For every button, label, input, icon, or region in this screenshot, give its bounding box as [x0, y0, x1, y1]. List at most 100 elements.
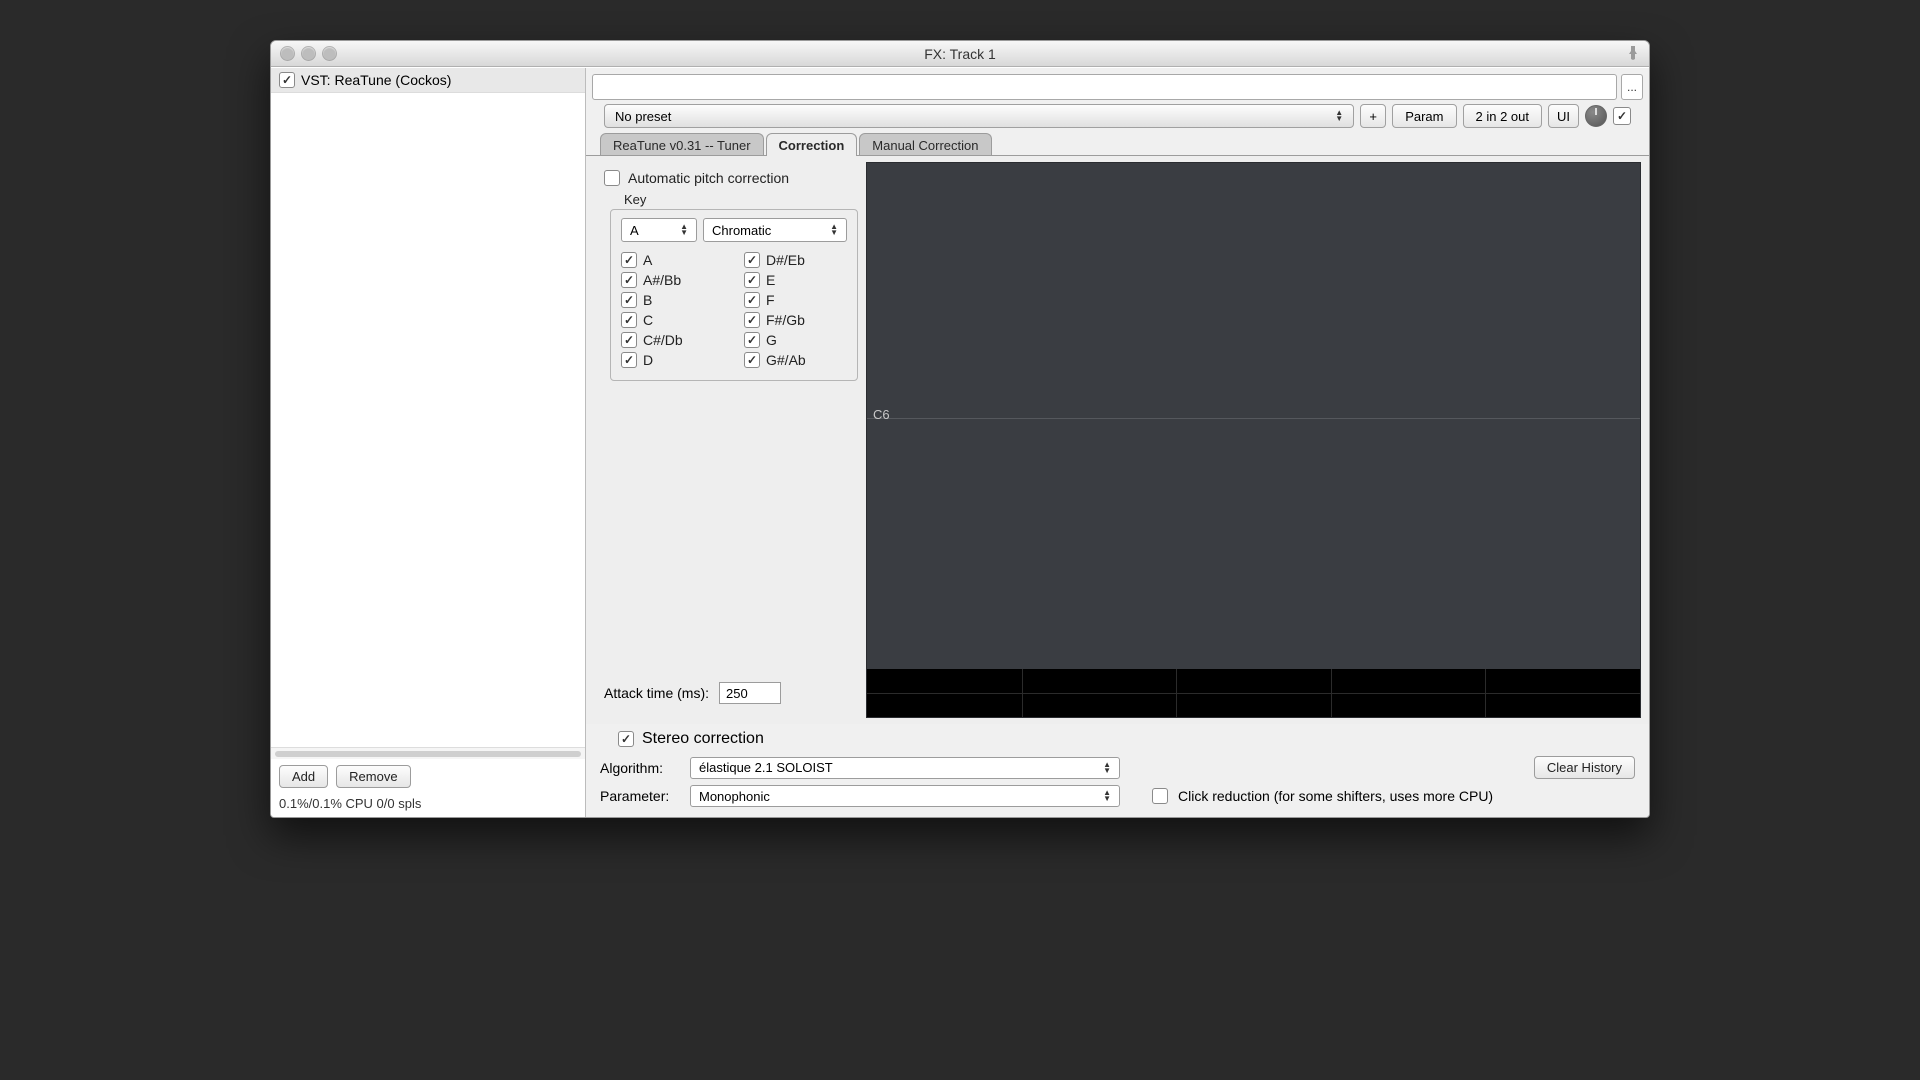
algorithm-label: Algorithm: — [600, 760, 680, 776]
preset-combo[interactable]: No preset ▲▼ — [604, 104, 1354, 128]
note-label: D — [643, 352, 653, 368]
root-note-value: A — [630, 223, 639, 238]
ui-button[interactable]: UI — [1548, 104, 1579, 128]
note-label: A — [643, 252, 652, 268]
auto-pitch-checkbox[interactable] — [604, 170, 620, 186]
note-checkbox-c[interactable]: C — [621, 312, 724, 328]
note-checkbox-d[interactable]: D — [621, 352, 724, 368]
note-checkbox-abb[interactable]: A#/Bb — [621, 272, 724, 288]
sidebar-scrollbar[interactable] — [271, 747, 585, 759]
preset-row-2: No preset ▲▼ + Param 2 in 2 out UI — [586, 104, 1649, 132]
window-title: FX: Track 1 — [271, 46, 1649, 62]
algorithm-combo[interactable]: élastique 2.1 SOLOIST ▲▼ — [690, 757, 1120, 779]
fx-sidebar: VST: ReaTune (Cockos) Add Remove 0.1%/0.… — [271, 68, 586, 817]
click-reduction-label: Click reduction (for some shifters, uses… — [1178, 788, 1493, 804]
note-checkbox-deb[interactable]: D#/Eb — [744, 252, 847, 268]
titlebar: FX: Track 1 — [271, 41, 1649, 67]
io-button[interactable]: 2 in 2 out — [1463, 104, 1543, 128]
tab-tuner[interactable]: ReaTune v0.31 -- Tuner — [600, 133, 764, 156]
note-label: B — [643, 292, 652, 308]
parameter-label: Parameter: — [600, 788, 680, 804]
preset-name-field[interactable] — [592, 74, 1617, 100]
stepper-icon: ▲▼ — [1103, 762, 1111, 774]
checkbox-icon[interactable] — [744, 252, 760, 268]
scale-combo[interactable]: Chromatic ▲▼ — [703, 218, 847, 242]
correction-panel: Automatic pitch correction Key A ▲▼ Chro… — [586, 156, 866, 724]
preset-menu-button[interactable]: ... — [1621, 74, 1643, 100]
wet-dry-knob[interactable] — [1585, 105, 1607, 127]
note-checkbox-cdb[interactable]: C#/Db — [621, 332, 724, 348]
scale-value: Chromatic — [712, 223, 771, 238]
checkbox-icon[interactable] — [621, 312, 637, 328]
root-note-combo[interactable]: A ▲▼ — [621, 218, 697, 242]
param-button[interactable]: Param — [1392, 104, 1456, 128]
add-preset-button[interactable]: + — [1360, 104, 1386, 128]
viewer-timeline — [867, 669, 1640, 717]
checkbox-icon[interactable] — [621, 272, 637, 288]
fx-window: FX: Track 1 VST: ReaTune (Cockos) Add Re… — [270, 40, 1650, 818]
note-label: C#/Db — [643, 332, 683, 348]
checkbox-icon[interactable] — [621, 332, 637, 348]
note-label: D#/Eb — [766, 252, 805, 268]
algorithm-value: élastique 2.1 SOLOIST — [699, 760, 833, 775]
parameter-combo[interactable]: Monophonic ▲▼ — [690, 785, 1120, 807]
stereo-checkbox[interactable] — [618, 731, 634, 747]
stereo-label: Stereo correction — [642, 730, 764, 748]
add-button[interactable]: Add — [279, 765, 328, 788]
notes-grid: A D#/Eb A#/Bb E B F C F#/Gb C#/Db G D G#/Ab — [621, 252, 847, 368]
note-checkbox-e[interactable]: E — [744, 272, 847, 288]
note-checkbox-a[interactable]: A — [621, 252, 724, 268]
key-label: Key — [624, 192, 856, 207]
stepper-icon: ▲▼ — [830, 224, 838, 236]
stepper-icon: ▲▼ — [1335, 110, 1343, 122]
auto-pitch-label: Automatic pitch correction — [628, 170, 789, 186]
checkbox-icon[interactable] — [744, 272, 760, 288]
stepper-icon: ▲▼ — [1103, 790, 1111, 802]
checkbox-icon[interactable] — [744, 292, 760, 308]
note-checkbox-g[interactable]: G — [744, 332, 847, 348]
note-label: F#/Gb — [766, 312, 805, 328]
preset-combo-label: No preset — [615, 109, 671, 124]
remove-button[interactable]: Remove — [336, 765, 410, 788]
note-checkbox-fgb[interactable]: F#/Gb — [744, 312, 847, 328]
main-panel: ... No preset ▲▼ + Param 2 in 2 out UI R… — [586, 68, 1649, 817]
tab-correction[interactable]: Correction — [766, 133, 858, 156]
note-label: G#/Ab — [766, 352, 806, 368]
note-label: F — [766, 292, 775, 308]
tab-content: Automatic pitch correction Key A ▲▼ Chro… — [586, 155, 1649, 724]
pin-icon[interactable] — [1627, 46, 1641, 60]
note-checkbox-b[interactable]: B — [621, 292, 724, 308]
note-label: C — [643, 312, 653, 328]
key-box: A ▲▼ Chromatic ▲▼ A D#/Eb A#/Bb E B F C F#/Gb C#… — [610, 209, 858, 381]
stepper-icon: ▲▼ — [680, 224, 688, 236]
cpu-status: 0.1%/0.1% CPU 0/0 spls — [279, 796, 577, 811]
checkbox-icon[interactable] — [621, 252, 637, 268]
clear-history-button[interactable]: Clear History — [1534, 756, 1635, 779]
pitch-label: C6 — [873, 407, 890, 422]
preset-row-1: ... — [586, 68, 1649, 104]
sidebar-bottom: Add Remove 0.1%/0.1% CPU 0/0 spls — [271, 759, 585, 817]
fx-bypass-checkbox[interactable] — [1613, 107, 1631, 125]
body: VST: ReaTune (Cockos) Add Remove 0.1%/0.… — [271, 67, 1649, 817]
note-label: A#/Bb — [643, 272, 681, 288]
pitch-viewer[interactable]: C6 — [866, 162, 1641, 718]
attack-label: Attack time (ms): — [604, 685, 709, 701]
checkbox-icon[interactable] — [744, 312, 760, 328]
parameter-value: Monophonic — [699, 789, 770, 804]
note-label: G — [766, 332, 777, 348]
note-checkbox-gab[interactable]: G#/Ab — [744, 352, 847, 368]
fx-list-item[interactable]: VST: ReaTune (Cockos) — [271, 68, 585, 93]
checkbox-icon[interactable] — [621, 292, 637, 308]
note-label: E — [766, 272, 775, 288]
tab-bar: ReaTune v0.31 -- Tuner Correction Manual… — [586, 132, 1649, 155]
checkbox-icon[interactable] — [744, 332, 760, 348]
attack-input[interactable] — [719, 682, 781, 704]
checkbox-icon[interactable] — [744, 352, 760, 368]
fx-list-empty — [271, 93, 585, 747]
footer: Stereo correction Algorithm: élastique 2… — [586, 724, 1649, 817]
tab-manual[interactable]: Manual Correction — [859, 133, 991, 156]
checkbox-icon[interactable] — [621, 352, 637, 368]
fx-enable-checkbox[interactable] — [279, 72, 295, 88]
note-checkbox-f[interactable]: F — [744, 292, 847, 308]
click-reduction-checkbox[interactable] — [1152, 788, 1168, 804]
